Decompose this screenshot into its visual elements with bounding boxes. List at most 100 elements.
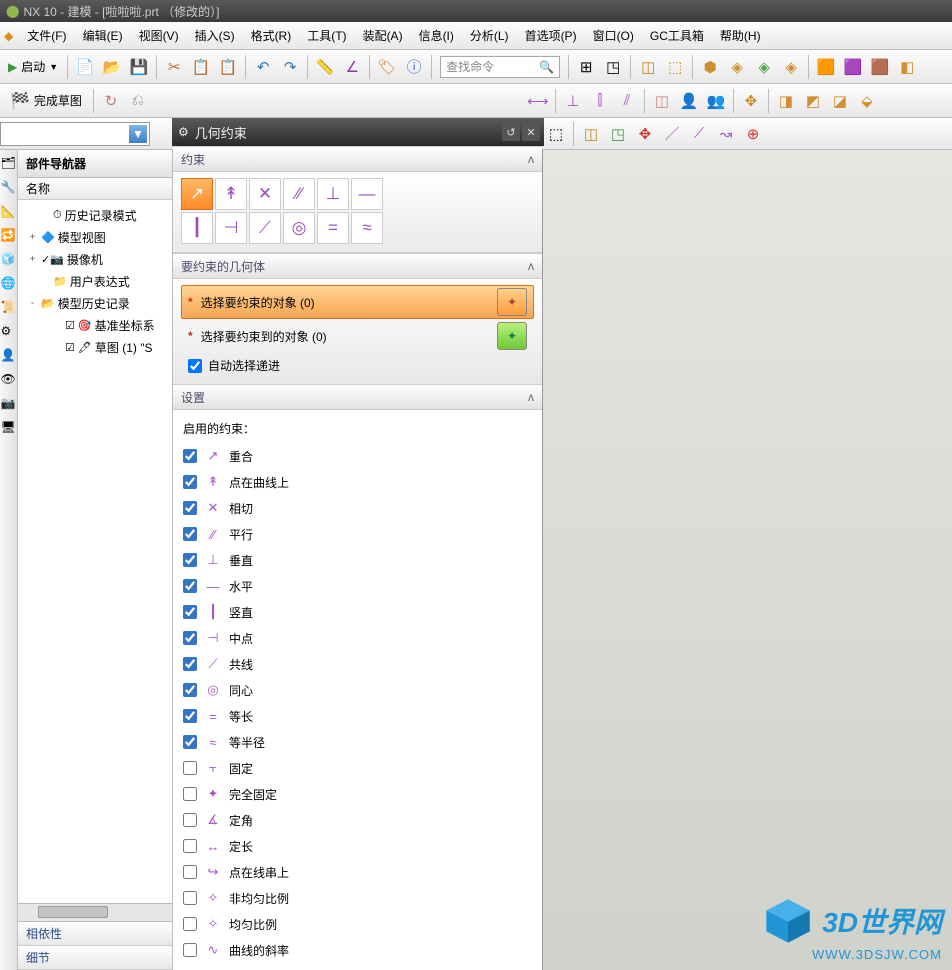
dialog-reset-icon[interactable]: ↺ (502, 123, 520, 141)
menu-view[interactable]: 视图(V) (131, 23, 187, 48)
redo-icon[interactable]: ↷ (278, 55, 302, 79)
cube1-icon[interactable]: ⬢ (698, 55, 722, 79)
cube2-icon[interactable]: ◈ (725, 55, 749, 79)
h-scrollbar[interactable] (18, 903, 172, 921)
new-icon[interactable]: 📄 (73, 55, 97, 79)
constraint-checkbox[interactable] (183, 449, 197, 463)
constraint-checkbox[interactable] (183, 735, 197, 749)
orient-icon[interactable]: ↻ (99, 89, 123, 113)
constraint-checkbox[interactable] (183, 657, 197, 671)
finish-sketch-button[interactable]: 🏁 完成草图 (4, 88, 88, 114)
select-objects-row[interactable]: * 选择要约束的对象 (0) ✦ (181, 285, 534, 319)
constraint-checkbox[interactable] (183, 761, 197, 775)
cut-icon[interactable]: ✂ (162, 55, 186, 79)
launch-button[interactable]: ▶启动▼ (4, 56, 62, 77)
vf2-icon[interactable]: ◳ (606, 122, 630, 146)
constraint-item[interactable]: ✕相切 (183, 495, 532, 521)
cam-icon[interactable]: 📷 (1, 396, 17, 412)
constraint-item[interactable]: ⫟固定 (183, 755, 532, 781)
auto-progress-checkbox[interactable] (188, 359, 202, 373)
rc5-icon[interactable]: 👤 (677, 89, 701, 113)
constraint-checkbox[interactable] (183, 475, 197, 489)
menu-window[interactable]: 窗口(O) (585, 23, 642, 48)
rc2-icon[interactable]: ⫿ (588, 89, 612, 113)
nav-icon[interactable]: 🗂 (1, 156, 17, 172)
scrollbar-thumb[interactable] (38, 906, 108, 918)
constraint-checkbox[interactable] (183, 891, 197, 905)
constraint-item[interactable]: ◎同心 (183, 677, 532, 703)
pointoncurve-icon[interactable]: ↟ (215, 178, 247, 210)
tree-row[interactable]: ☑ 🎯基准坐标系 (18, 314, 172, 336)
reuse-icon[interactable]: 🔁 (1, 228, 17, 244)
constraint-item[interactable]: ↪点在线串上 (183, 859, 532, 885)
paste-icon[interactable]: 📋 (216, 55, 240, 79)
constraint-checkbox[interactable] (183, 553, 197, 567)
navigator-tree[interactable]: ⏱历史记录模式+🔷模型视图+✓📷摄像机📁用户表达式-📂模型历史记录☑ 🎯基准坐标… (18, 200, 172, 903)
dialog-titlebar[interactable]: ⚙ 几何约束 ↺ ✕ (172, 118, 544, 146)
constraint-checkbox[interactable] (183, 917, 197, 931)
tab-dependency[interactable]: 相依性 (18, 922, 172, 946)
constraint-checkbox[interactable] (183, 709, 197, 723)
sys-icon[interactable]: 🖥 (1, 420, 17, 436)
dim-icon[interactable]: ⟷ (526, 89, 550, 113)
concentric-icon[interactable]: ◎ (283, 212, 315, 244)
section-settings[interactable]: 设置 ʌ (173, 384, 542, 410)
menu-format[interactable]: 格式(R) (243, 23, 300, 48)
menu-gctoolbox[interactable]: GC工具箱 (642, 23, 712, 48)
horizontal-icon[interactable]: — (351, 178, 383, 210)
vf7-icon[interactable]: ⊕ (741, 122, 765, 146)
constraint-checkbox[interactable] (183, 683, 197, 697)
reattach-icon[interactable]: ⎌ (126, 89, 150, 113)
constraint-item[interactable]: ⁄⁄平行 (183, 521, 532, 547)
rc1-icon[interactable]: ⊥ (561, 89, 585, 113)
solid2-icon[interactable]: 🟪 (841, 55, 865, 79)
undo-icon[interactable]: ↶ (251, 55, 275, 79)
tangent-icon[interactable]: ✕ (249, 178, 281, 210)
vf6-icon[interactable]: ↝ (714, 122, 738, 146)
menu-insert[interactable]: 插入(S) (187, 23, 243, 48)
ext3-icon[interactable]: ◪ (828, 89, 852, 113)
rc4-icon[interactable]: ◫ (650, 89, 674, 113)
menu-preferences[interactable]: 首选项(P) (517, 23, 585, 48)
constraint-checkbox[interactable] (183, 527, 197, 541)
midpoint-icon[interactable]: ⊣ (215, 212, 247, 244)
constraint-checkbox[interactable] (183, 579, 197, 593)
constraint-item[interactable]: ⟋共线 (183, 651, 532, 677)
save-icon[interactable]: 💾 (127, 55, 151, 79)
section-constraint[interactable]: 约束 ʌ (173, 146, 542, 172)
constraint-item[interactable]: ↗重合 (183, 443, 532, 469)
measure2-icon[interactable]: ∠ (340, 55, 364, 79)
solid4-icon[interactable]: ◧ (895, 55, 919, 79)
constraint-checkbox[interactable] (183, 787, 197, 801)
proc-icon[interactable]: ⚙ (1, 324, 17, 340)
vf1-icon[interactable]: ◫ (579, 122, 603, 146)
collinear-icon[interactable]: ⟋ (249, 212, 281, 244)
constraint-checkbox[interactable] (183, 943, 197, 957)
constraint-item[interactable]: ⊣中点 (183, 625, 532, 651)
tab-details[interactable]: 细节 (18, 946, 172, 970)
constraint-item[interactable]: ⊥垂直 (183, 547, 532, 573)
constraint-checkbox[interactable] (183, 865, 197, 879)
select-target-row[interactable]: * 选择要约束到的对象 (0) ✦ (181, 319, 534, 353)
constraint-item[interactable]: ↟点在曲线上 (183, 469, 532, 495)
constraint-item[interactable]: ↔定长 (183, 833, 532, 859)
menu-tools[interactable]: 工具(T) (299, 23, 354, 48)
box1-icon[interactable]: ◫ (636, 55, 660, 79)
constraint-item[interactable]: ≈等半径 (183, 729, 532, 755)
constraint-checkbox[interactable] (183, 839, 197, 853)
menu-info[interactable]: 信息(I) (411, 23, 462, 48)
measure-icon[interactable]: 📏 (313, 55, 337, 79)
vf4-icon[interactable]: ／ (660, 122, 684, 146)
selrect-icon[interactable]: ⬚ (544, 122, 568, 146)
tree-row[interactable]: +✓📷摄像机 (18, 248, 172, 270)
coincident-icon[interactable]: ↗ (181, 178, 213, 210)
box2-icon[interactable]: ⬚ (663, 55, 687, 79)
dialog-close-icon[interactable]: ✕ (522, 123, 540, 141)
solid3-icon[interactable]: 🟫 (868, 55, 892, 79)
menu-edit[interactable]: 编辑(E) (75, 23, 131, 48)
tree-row[interactable]: -📂模型历史记录 (18, 292, 172, 314)
navigator-column-name[interactable]: 名称 (18, 178, 172, 200)
menu-analysis[interactable]: 分析(L) (462, 23, 517, 48)
vf5-icon[interactable]: ⟋ (687, 122, 711, 146)
select-objects-button[interactable]: ✦ (497, 288, 527, 316)
